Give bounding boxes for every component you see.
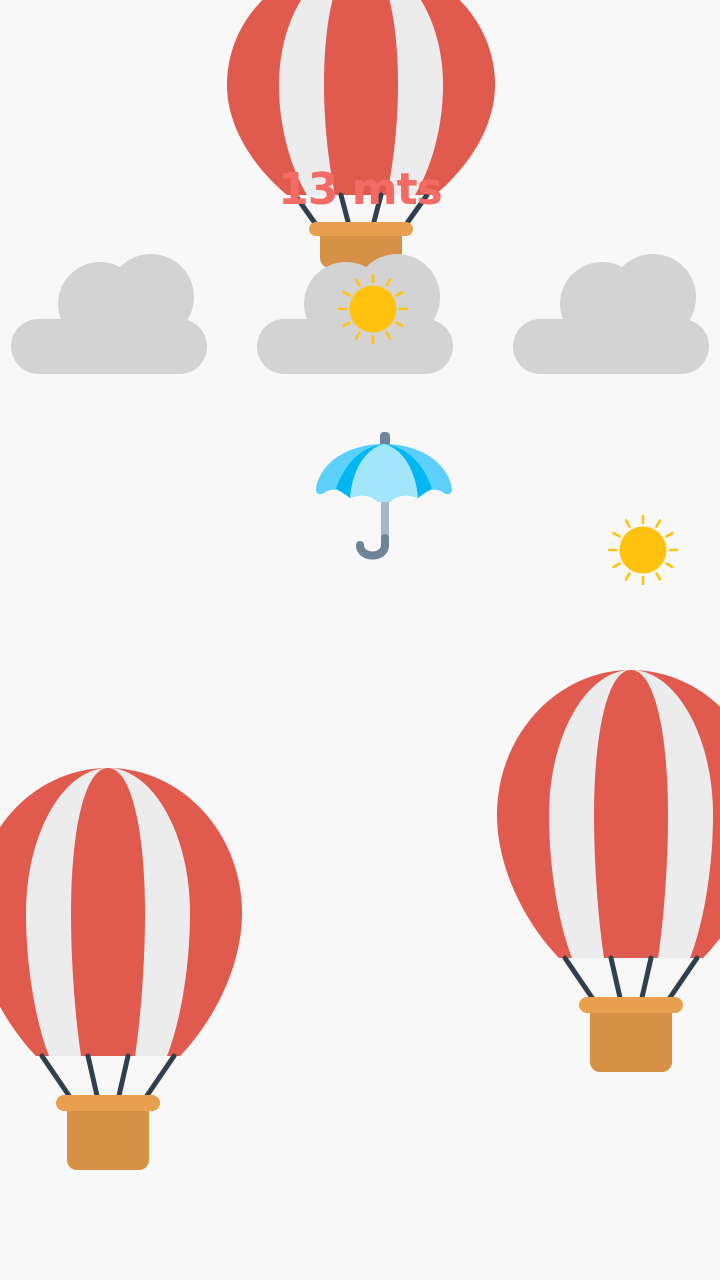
distance-counter: 13 mts <box>210 160 510 220</box>
sun-icon <box>607 514 679 586</box>
hot-air-balloon-icon <box>0 768 242 1170</box>
umbrella-icon[interactable] <box>314 432 454 566</box>
cloud-icon <box>513 254 709 374</box>
distance-value: 13 <box>278 164 338 215</box>
hot-air-balloon-icon <box>497 670 720 1072</box>
sun-icon <box>337 273 409 345</box>
distance-unit: mts <box>351 164 443 215</box>
hot-air-balloon-icon <box>227 0 495 268</box>
game-canvas[interactable]: 13 mts <box>0 0 720 1280</box>
cloud-icon <box>11 254 207 374</box>
